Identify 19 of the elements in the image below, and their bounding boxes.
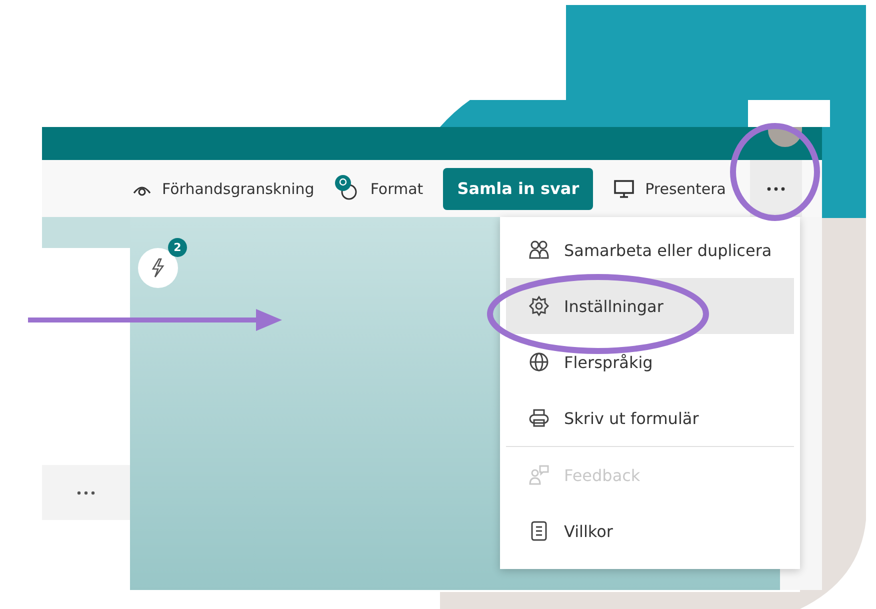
feedback-icon: [528, 464, 550, 486]
lightning-icon: [150, 258, 166, 278]
monitor-icon: [613, 178, 636, 198]
more-icon[interactable]: [77, 490, 95, 494]
more-icon: [767, 186, 785, 190]
present-button[interactable]: Presentera: [613, 178, 726, 198]
gear-icon: [528, 295, 550, 317]
collect-responses-button[interactable]: Samla in svar: [443, 168, 594, 210]
globe-icon: [528, 351, 550, 373]
menu-item[interactable]: Skriv ut formulär: [506, 390, 794, 446]
menu-item[interactable]: Flerspråkig: [506, 334, 794, 390]
menu-item[interactable]: Samarbeta eller duplicera: [506, 222, 794, 278]
menu-item[interactable]: Inställningar: [506, 278, 794, 334]
menu-item[interactable]: Villkor: [506, 503, 794, 559]
people-icon: [528, 239, 550, 261]
more-options-button[interactable]: [750, 160, 802, 217]
printer-icon: [528, 407, 550, 429]
format-button[interactable]: Format: [334, 174, 424, 204]
preview-button[interactable]: Förhandsgranskning: [132, 180, 314, 198]
